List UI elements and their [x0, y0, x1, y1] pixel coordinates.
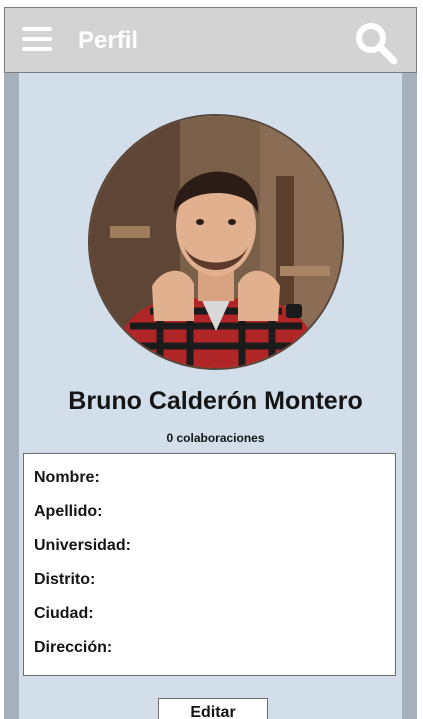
edit-button[interactable]: Editar [158, 698, 268, 719]
profile-name: Bruno Calderón Montero [68, 387, 363, 415]
field-distrito: Distrito: [34, 571, 96, 588]
field-direccion: Dirección: [34, 639, 113, 656]
hamburger-menu-icon [22, 47, 52, 51]
hamburger-menu-icon [22, 37, 52, 41]
profile-content: Bruno Calderón Montero 0 colaboraciones … [19, 73, 402, 719]
field-nombre: Nombre: [34, 469, 100, 486]
menu-button[interactable] [22, 27, 52, 53]
field-ciudad: Ciudad: [34, 605, 94, 622]
collaborations-count: 0 colaboraciones [166, 431, 265, 445]
search-button[interactable] [354, 21, 398, 65]
profile-photo [88, 114, 344, 370]
app-bar: Perfil [4, 7, 417, 73]
search-icon [356, 23, 398, 65]
profile-info-card: Nombre: Apellido: Universidad: Distrito:… [23, 453, 396, 676]
field-universidad: Universidad: [34, 537, 131, 554]
hamburger-menu-icon [22, 27, 52, 31]
phone-screen: Perfil Bruno Calderón Montero 0 colabora… [4, 7, 417, 719]
page-title: Perfil [78, 27, 139, 54]
field-apellido: Apellido: [34, 503, 103, 520]
